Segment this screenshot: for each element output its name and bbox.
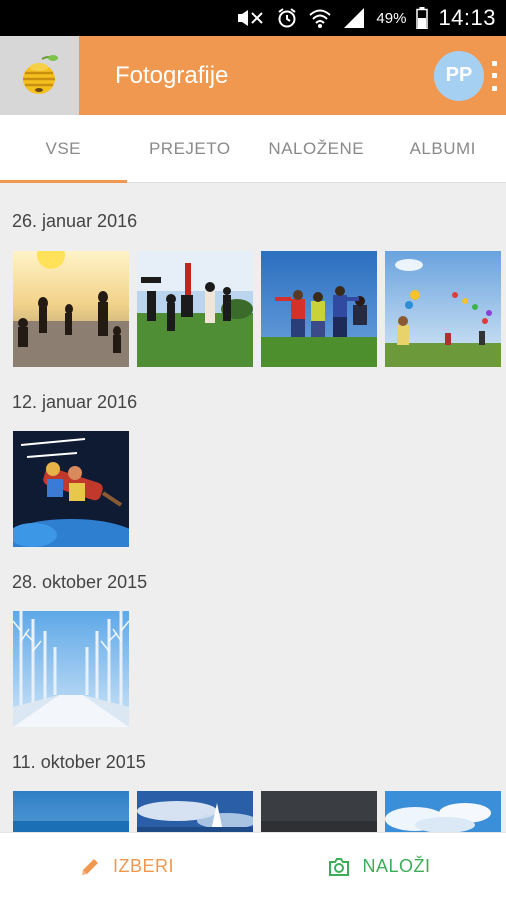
holiday-card-image	[13, 431, 129, 547]
page-title: Fotografije	[115, 61, 229, 89]
photo-thumbnail[interactable]	[13, 791, 129, 832]
tab-uploaded[interactable]: NALOŽENE	[253, 115, 380, 182]
tab-bar: VSE PREJETO NALOŽENE ALBUMI	[0, 115, 506, 183]
mute-icon	[236, 8, 266, 28]
app-logo[interactable]	[0, 36, 79, 115]
upload-button[interactable]: NALOŽI	[253, 833, 506, 900]
signal-icon	[342, 7, 366, 29]
photo-thumbnail[interactable]	[13, 251, 129, 367]
status-bar: 49% 14:13	[0, 0, 506, 36]
date-header: 28. oktober 2015	[12, 572, 148, 592]
tab-albums[interactable]: ALBUMI	[380, 115, 506, 182]
tab-received[interactable]: PREJETO	[127, 115, 254, 182]
photo-thumbnail[interactable]	[385, 791, 501, 832]
pencil-icon	[81, 858, 98, 875]
photo-thumbnail[interactable]	[137, 791, 253, 832]
photo-thumbnail[interactable]	[137, 251, 253, 367]
photo-thumbnail[interactable]	[261, 791, 377, 832]
wifi-icon	[308, 7, 332, 29]
photo-thumbnail[interactable]	[13, 431, 129, 547]
clock: 14:13	[438, 5, 496, 30]
app-bar: Fotografije PP	[0, 36, 506, 115]
select-button-label: IZBERI	[112, 856, 174, 876]
date-header: 12. januar 2016	[12, 392, 138, 412]
dark-sky-image	[261, 791, 377, 832]
photo-thumbnail[interactable]	[385, 251, 501, 367]
photo-thumbnail[interactable]	[13, 611, 129, 727]
kid-balloons-image	[385, 251, 501, 367]
clouds-image	[385, 791, 501, 832]
select-button[interactable]: IZBERI	[0, 833, 253, 900]
date-header: 26. januar 2016	[12, 211, 138, 231]
sailboat-sky-image	[137, 791, 253, 832]
winter-road-image	[13, 611, 129, 727]
photo-thumbnail[interactable]	[261, 251, 377, 367]
date-header: 11. oktober 2015	[12, 752, 146, 772]
sea-image	[13, 791, 129, 832]
sunset-silhouettes-image	[13, 251, 129, 367]
battery-icon	[416, 7, 429, 29]
kids-circle-image	[261, 251, 377, 367]
beehive-icon	[22, 54, 58, 94]
tab-all[interactable]: VSE	[0, 115, 127, 183]
kids-cartwheels-image	[137, 251, 253, 367]
upload-button-label: NALOŽI	[362, 856, 431, 876]
bottom-action-bar: IZBERI NALOŽI	[0, 832, 506, 900]
avatar[interactable]: PP	[434, 50, 484, 101]
camera-icon	[329, 857, 350, 876]
photo-timeline: 26. januar 2016 12. januar 2016 28. okto…	[0, 183, 506, 832]
alarm-icon	[276, 7, 298, 29]
more-vert-icon[interactable]	[490, 60, 498, 91]
battery-percent: 49%	[376, 9, 407, 27]
